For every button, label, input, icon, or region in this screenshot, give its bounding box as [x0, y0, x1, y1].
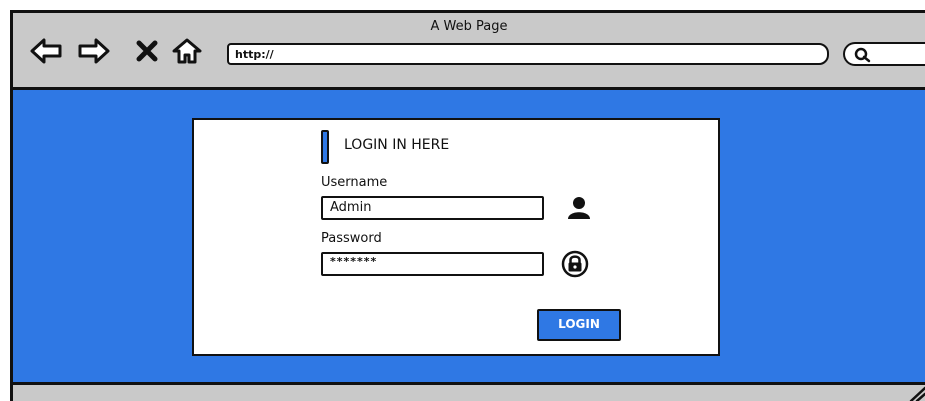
- footer-divider: [13, 382, 925, 385]
- username-label: Username: [321, 175, 388, 190]
- url-input[interactable]: http://: [227, 43, 829, 65]
- back-arrow-icon[interactable]: [29, 37, 63, 65]
- lock-icon: [561, 250, 589, 278]
- login-panel: LOGIN IN HERE Username Admin Password **…: [192, 118, 720, 356]
- resize-grip-icon[interactable]: [907, 385, 925, 401]
- login-button[interactable]: LOGIN: [537, 309, 621, 341]
- password-input[interactable]: *******: [321, 252, 544, 276]
- user-icon: [568, 197, 590, 219]
- forward-arrow-icon[interactable]: [77, 37, 111, 65]
- window-title: A Web Page: [430, 19, 508, 34]
- username-input[interactable]: Admin: [321, 196, 544, 220]
- home-icon[interactable]: [171, 37, 203, 65]
- page-content: LOGIN IN HERE Username Admin Password **…: [13, 90, 925, 382]
- search-field[interactable]: [843, 42, 925, 66]
- login-heading: LOGIN IN HERE: [344, 137, 450, 153]
- close-x-icon[interactable]: [133, 37, 161, 65]
- password-label: Password: [321, 231, 382, 246]
- search-icon: [854, 47, 871, 63]
- heading-marker: [321, 130, 329, 164]
- browser-window: A Web Page http:// LOGIN IN HERE Usernam…: [10, 10, 925, 401]
